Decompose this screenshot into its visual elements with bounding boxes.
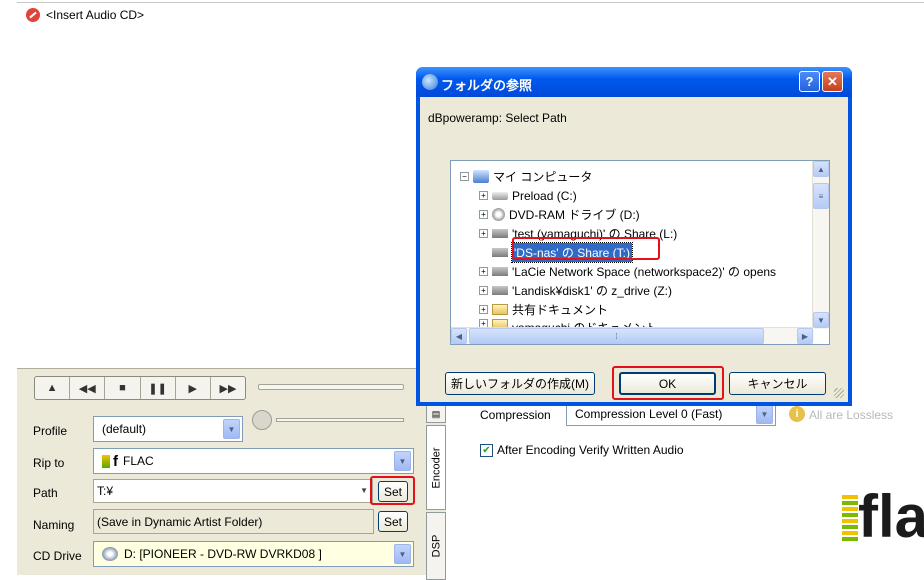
verify-checkbox-row[interactable]: ✔ After Encoding Verify Written Audio: [480, 443, 684, 457]
tree-item-shared-docs[interactable]: + 共有ドキュメント: [479, 300, 608, 319]
chevron-down-icon: ▼: [223, 419, 240, 439]
tree-item-dvd[interactable]: + DVD-RAM ドライブ (D:): [479, 205, 640, 224]
network-drive-icon: [492, 267, 508, 276]
cddrive-value: D: [PIONEER - DVD-RW DVRKD08 ]: [124, 547, 322, 561]
forward-button[interactable]: ▶▶: [211, 377, 245, 399]
volume-icon: [252, 410, 272, 430]
dialog-title: フォルダの参照: [441, 78, 533, 93]
profile-value: (default): [102, 422, 147, 436]
ripto-select[interactable]: f FLAC ▼: [93, 448, 414, 474]
play-button[interactable]: ▶: [176, 377, 211, 399]
tab-info-icon[interactable]: ▤: [426, 405, 446, 423]
help-button[interactable]: ?: [799, 71, 820, 92]
highlight-set-button: [370, 476, 415, 505]
naming-field: (Save in Dynamic Artist Folder): [93, 509, 374, 534]
browse-folder-dialog: フォルダの参照 ? ✕ dBpoweramp: Select Path − マイ…: [416, 67, 852, 406]
path-input[interactable]: T:¥ ▼: [93, 479, 373, 503]
chevron-down-icon: ▼: [360, 486, 368, 495]
resize-grip-icon[interactable]: [834, 388, 844, 398]
flac-icon: [102, 454, 110, 468]
compression-value: Compression Level 0 (Fast): [575, 407, 723, 421]
network-drive-icon: [492, 286, 508, 295]
scroll-thumb[interactable]: ≡: [813, 183, 829, 209]
tree-item-lacie[interactable]: + 'LaCie Network Space (networkspace2)' …: [479, 262, 776, 281]
volume-slider[interactable]: [276, 418, 404, 422]
chevron-down-icon: ▼: [394, 451, 411, 471]
naming-value: (Save in Dynamic Artist Folder): [97, 514, 263, 529]
dbpoweramp-window: <Insert Audio CD> ▲ ◀◀ ■ ❚❚ ▶ ▶▶ Profile…: [0, 0, 924, 580]
highlight-ds-nas: [512, 237, 660, 260]
tab-encoder[interactable]: Encoder: [426, 425, 446, 510]
left-edge: [0, 0, 17, 575]
rewind-button[interactable]: ◀◀: [70, 377, 106, 399]
vertical-tabs: ▤ Encoder DSP: [426, 405, 446, 580]
dialog-prompt: dBpoweramp: Select Path: [428, 111, 567, 125]
scroll-down-button[interactable]: ▼: [813, 312, 829, 328]
top-divider: [17, 2, 924, 3]
computer-icon: [473, 170, 489, 183]
dialog-app-icon: [422, 74, 438, 90]
horizontal-scrollbar[interactable]: ◀ ⁞ ▶: [451, 327, 814, 344]
seek-slider[interactable]: [258, 384, 404, 390]
tab-dsp-label: DSP: [430, 534, 442, 558]
no-cd-icon: [26, 8, 40, 22]
path-label: Path: [33, 486, 58, 500]
drive-icon: [492, 191, 508, 200]
verify-label: After Encoding Verify Written Audio: [497, 443, 684, 457]
tab-encoder-label: Encoder: [430, 447, 443, 488]
flac-logo-text: fla: [858, 484, 924, 550]
cancel-button[interactable]: キャンセル: [729, 372, 826, 395]
network-drive-icon: [492, 229, 508, 238]
eject-button[interactable]: ▲: [35, 377, 71, 399]
tab-dsp[interactable]: DSP: [426, 512, 446, 580]
flac-f-icon: f: [113, 452, 118, 470]
transport-bar: ▲ ◀◀ ■ ❚❚ ▶ ▶▶: [34, 376, 246, 400]
new-folder-button[interactable]: 新しいフォルダの作成(M): [445, 372, 595, 395]
path-value: T:¥: [97, 484, 114, 498]
highlight-ok-button: [612, 366, 724, 400]
close-button[interactable]: ✕: [822, 71, 843, 92]
network-drive-icon: [492, 248, 508, 257]
tree-item-landisk[interactable]: + 'Landisk¥disk1' の z_drive (Z:): [479, 281, 672, 300]
cd-header: <Insert Audio CD>: [26, 8, 144, 22]
pause-button[interactable]: ❚❚: [141, 377, 176, 399]
flac-logo-icon: [842, 495, 858, 543]
profile-select[interactable]: (default) ▼: [93, 416, 243, 442]
dialog-body: dBpoweramp: Select Path − マイ コンピュータ + Pr…: [420, 97, 848, 402]
compression-label: Compression: [480, 408, 551, 422]
folder-icon: [492, 304, 508, 315]
profile-label: Profile: [33, 424, 68, 438]
tree-item-preload[interactable]: + Preload (C:): [479, 186, 577, 205]
ripto-value: FLAC: [123, 454, 154, 468]
chevron-down-icon: ▼: [756, 404, 773, 424]
cddrive-label: CD Drive: [33, 549, 82, 563]
dvd-drive-icon: [492, 208, 505, 221]
verify-checkbox[interactable]: ✔: [480, 443, 493, 457]
naming-set-button[interactable]: Set: [378, 511, 408, 532]
cd-header-text: <Insert Audio CD>: [46, 8, 145, 22]
scroll-right-button[interactable]: ▶: [797, 328, 813, 344]
lossless-note: All are Lossless: [809, 408, 894, 422]
hscroll-thumb[interactable]: ⁞: [469, 328, 764, 344]
scroll-left-button[interactable]: ◀: [451, 328, 467, 344]
vertical-scrollbar[interactable]: ▲ ≡ ▼: [812, 161, 829, 329]
chevron-down-icon: ▼: [394, 544, 411, 564]
cddrive-select[interactable]: D: [PIONEER - DVD-RW DVRKD08 ] ▼: [93, 541, 414, 567]
stop-button[interactable]: ■: [105, 377, 141, 399]
dialog-titlebar: フォルダの参照 ? ✕: [416, 67, 852, 97]
scroll-up-button[interactable]: ▲: [813, 161, 829, 177]
ripto-label: Rip to: [33, 456, 65, 470]
tree-item-my-computer[interactable]: − マイ コンピュータ: [460, 167, 592, 186]
info-icon: i: [789, 406, 805, 422]
naming-label: Naming: [33, 518, 75, 532]
cd-drive-icon: [102, 547, 118, 561]
